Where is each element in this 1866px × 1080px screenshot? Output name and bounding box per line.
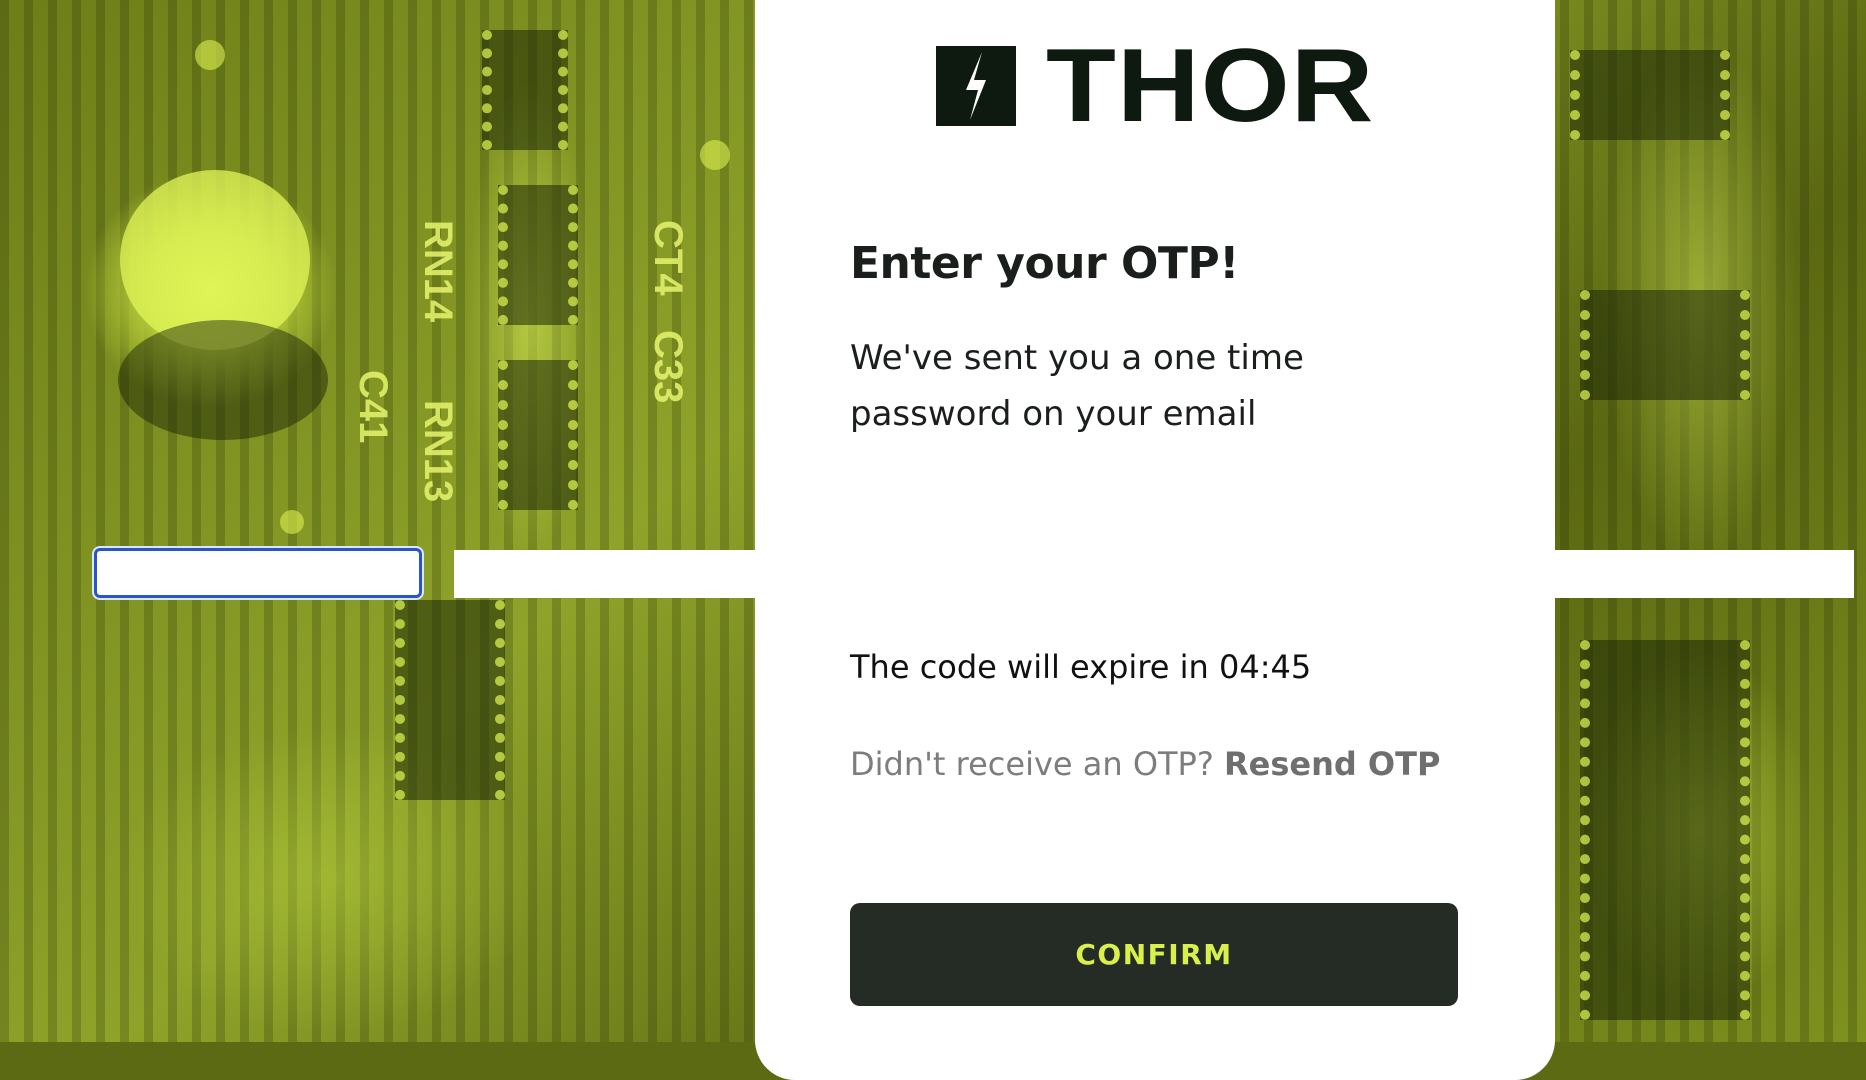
background-chip xyxy=(1580,640,1750,1020)
background-chip xyxy=(1570,50,1730,140)
capacitor-base xyxy=(118,320,328,440)
background-chip xyxy=(395,600,505,800)
page-title: Enter your OTP! xyxy=(850,238,1239,289)
otp-instructions: We've sent you a one time password on yo… xyxy=(850,338,1304,434)
silkscreen-label: CT4 xyxy=(646,220,690,296)
background-chip xyxy=(1580,290,1750,400)
resend-question: Didn't receive an OTP? xyxy=(850,745,1214,783)
expiry-label: The code will expire in xyxy=(850,648,1209,686)
background-pad xyxy=(700,140,730,170)
brand-logo: THOR xyxy=(936,34,1373,138)
background-pad xyxy=(280,510,304,534)
background-chip xyxy=(482,30,568,150)
lightning-bolt-icon xyxy=(936,46,1016,126)
brand-name: THOR xyxy=(1046,28,1375,144)
background-pad xyxy=(195,40,225,70)
otp-input-overflow-left xyxy=(454,550,758,598)
background-chip xyxy=(498,360,578,510)
expiry-notice: The code will expire in 04:45 xyxy=(850,648,1311,686)
resend-otp-link[interactable]: Resend OTP xyxy=(1224,745,1440,783)
otp-digit-input-focused[interactable] xyxy=(94,548,422,598)
silkscreen-label: C41 xyxy=(351,370,395,444)
background-chip xyxy=(498,185,578,325)
confirm-button[interactable]: CONFIRM xyxy=(850,903,1458,1006)
resend-prompt: Didn't receive an OTP? Resend OTP xyxy=(850,745,1440,783)
otp-input-overflow-right xyxy=(1552,550,1854,598)
expiry-timer: 04:45 xyxy=(1218,648,1312,686)
otp-input-row[interactable] xyxy=(758,548,1552,596)
silkscreen-label: C33 xyxy=(646,330,690,404)
silkscreen-label: RN13 xyxy=(416,400,460,503)
silkscreen-label: RN14 xyxy=(416,220,460,323)
